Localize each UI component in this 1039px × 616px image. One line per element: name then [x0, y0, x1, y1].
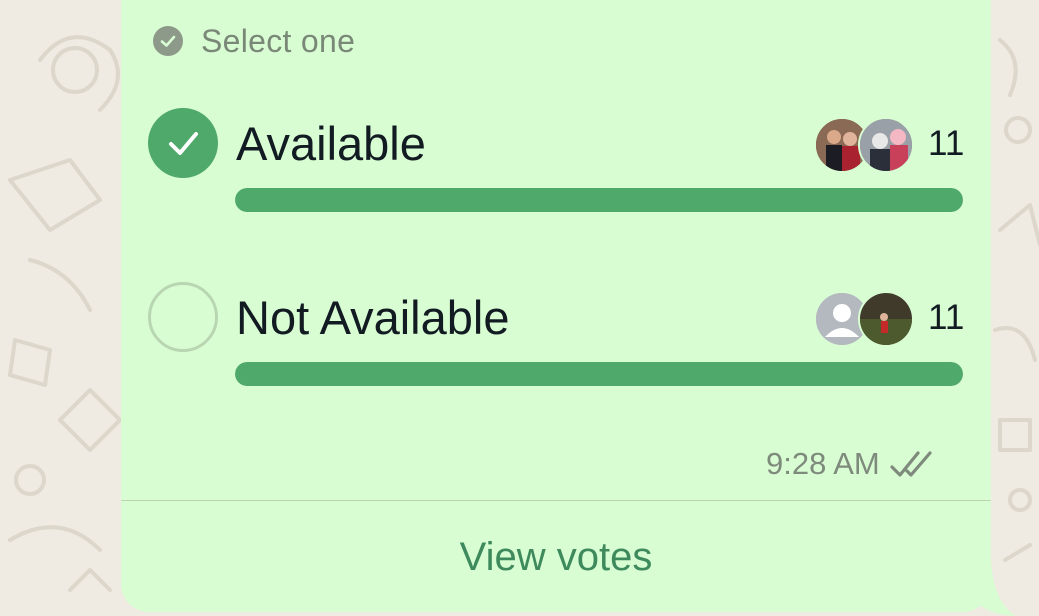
- option-radio-checked[interactable]: [148, 108, 218, 178]
- vote-progress-fill: [235, 188, 963, 212]
- avatar: [858, 117, 914, 173]
- poll-option-not-available[interactable]: Not Available 11: [148, 282, 965, 402]
- voter-avatars[interactable]: [814, 291, 918, 347]
- poll-option-available[interactable]: Available 11: [148, 108, 965, 228]
- option-label: Available: [236, 117, 426, 170]
- divider: [121, 500, 991, 501]
- message-meta: 9:28 AM: [766, 446, 936, 482]
- select-one-hint: Select one: [153, 22, 356, 59]
- double-check-icon: [890, 451, 932, 477]
- option-label: Not Available: [236, 291, 510, 344]
- vote-progress-bar: [235, 362, 963, 386]
- vote-progress-fill: [235, 362, 963, 386]
- select-one-label: Select one: [201, 22, 356, 59]
- vote-count: 11: [928, 124, 965, 163]
- view-votes-button[interactable]: View votes: [121, 502, 991, 612]
- checkmark-icon: [169, 132, 198, 155]
- check-circle-icon: [153, 26, 183, 56]
- vote-progress-bar: [235, 188, 963, 212]
- message-timestamp: 9:28 AM: [766, 446, 880, 481]
- avatar: [858, 291, 914, 347]
- option-radio-unchecked[interactable]: [148, 282, 218, 352]
- voter-avatars[interactable]: [814, 117, 918, 173]
- vote-count: 11: [928, 298, 965, 337]
